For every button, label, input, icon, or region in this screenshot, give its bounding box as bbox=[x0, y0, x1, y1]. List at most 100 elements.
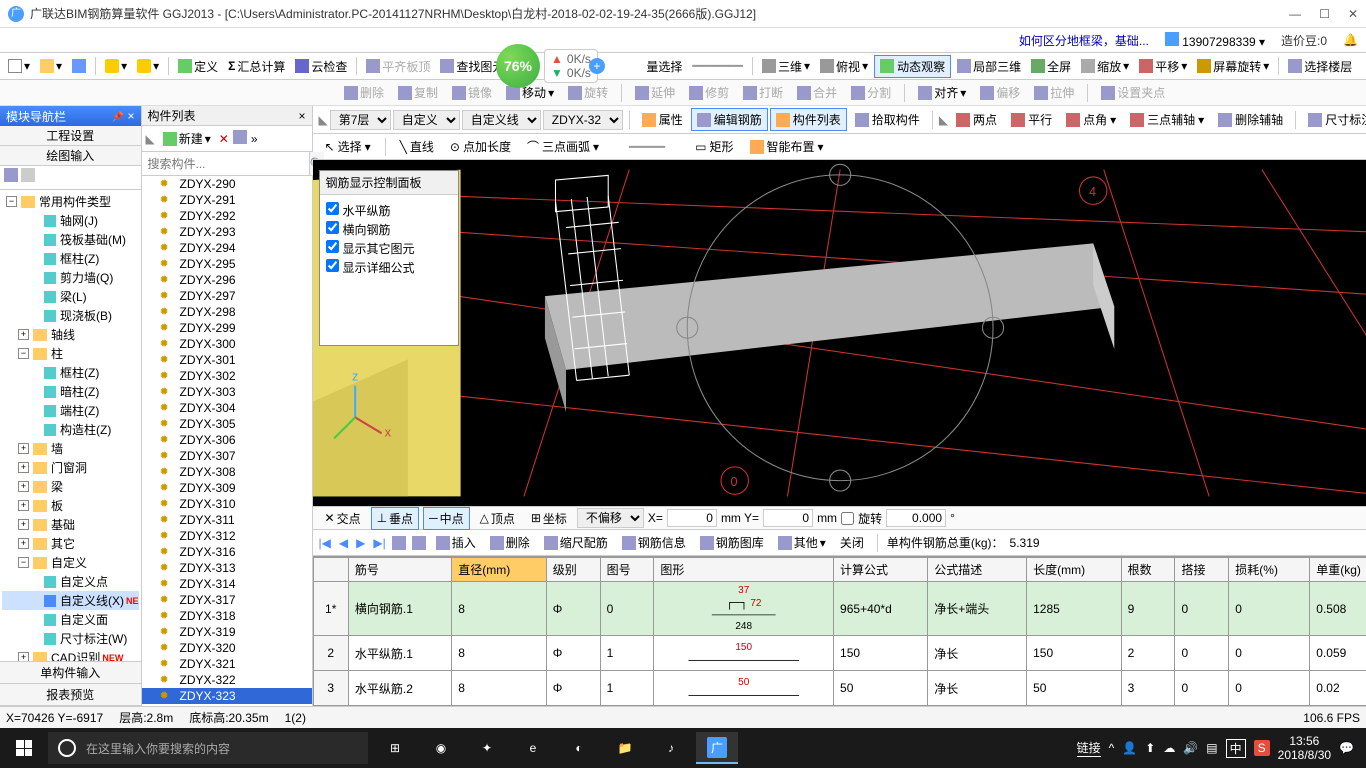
member-select[interactable]: ZDYX-32 bbox=[543, 110, 623, 130]
redo-button[interactable]: ▾ bbox=[133, 57, 163, 75]
save-button[interactable] bbox=[68, 57, 90, 75]
point-angle-button[interactable]: 点角▾ bbox=[1060, 108, 1122, 131]
list-item[interactable]: ZDYX-322 bbox=[142, 672, 312, 688]
list-item[interactable]: ZDYX-314 bbox=[142, 576, 312, 592]
pick-member-button[interactable]: 拾取构件 bbox=[849, 108, 926, 131]
table-row[interactable]: 1*横向钢筋.18Φ037┌─┐ 72─────────248965+40*d净… bbox=[313, 582, 1366, 636]
tree-item[interactable]: +轴线 bbox=[2, 325, 139, 344]
list-item[interactable]: ZDYX-303 bbox=[142, 384, 312, 400]
select-tool[interactable]: ↖ 选择 ▾ bbox=[319, 135, 377, 158]
rebar-lib-button[interactable]: 钢筋图库 bbox=[696, 532, 768, 553]
sum-button[interactable]: Σ 汇总计算 bbox=[224, 56, 289, 77]
delete-button[interactable]: 删除 bbox=[340, 82, 388, 103]
floor-select[interactable]: 第7层 bbox=[330, 110, 391, 130]
list-item[interactable]: ZDYX-304 bbox=[142, 400, 312, 416]
select-floor-button[interactable]: 选择楼层 bbox=[1284, 56, 1356, 77]
bell-icon[interactable]: 🔔 bbox=[1343, 33, 1358, 47]
tray-clock[interactable]: 13:562018/8/30 bbox=[1278, 734, 1331, 762]
align-button[interactable]: 对齐▾ bbox=[914, 82, 970, 103]
list-item[interactable]: ZDYX-297 bbox=[142, 288, 312, 304]
tree-item[interactable]: +梁 bbox=[2, 477, 139, 496]
app-4[interactable]: 📁 bbox=[604, 732, 646, 764]
prev-icon[interactable]: ◀ bbox=[339, 536, 348, 550]
nav-tab-settings[interactable]: 工程设置 bbox=[0, 126, 141, 146]
tree-item[interactable]: 暗柱(Z) bbox=[2, 382, 139, 401]
scale-rebar-button[interactable]: 缩尺配筋 bbox=[540, 532, 612, 553]
pin-icon[interactable]: 📌 bbox=[112, 112, 124, 123]
notifications-icon[interactable]: 💬 bbox=[1339, 741, 1354, 755]
list-item[interactable]: ZDYX-317 bbox=[142, 592, 312, 608]
cloud-check-button[interactable]: 云检查 bbox=[291, 56, 351, 77]
trim-button[interactable]: 修剪 bbox=[685, 82, 733, 103]
rebar-option[interactable]: 显示详细公式 bbox=[326, 258, 452, 277]
close-button[interactable]: ✕ bbox=[1348, 7, 1358, 21]
ggj-taskbar-icon[interactable]: 广 bbox=[696, 732, 738, 764]
copy-icon[interactable] bbox=[233, 130, 247, 147]
tree-item[interactable]: +其它 bbox=[2, 534, 139, 553]
copy-button[interactable]: 复制 bbox=[394, 82, 442, 103]
list-item[interactable]: ZDYX-291 bbox=[142, 192, 312, 208]
table-row[interactable]: 2水平纵筋.18Φ1150─────────────150净长1502000.0… bbox=[313, 636, 1366, 671]
tree-item[interactable]: 梁(L) bbox=[2, 287, 139, 306]
three-axis-button[interactable]: 三点辅轴▾ bbox=[1124, 108, 1210, 131]
tree-item[interactable]: +门窗洞 bbox=[2, 458, 139, 477]
table-row[interactable]: 3水平纵筋.28Φ150─────────────50净长503000.02 bbox=[313, 671, 1366, 706]
3d-view-button[interactable]: 三维▾ bbox=[758, 56, 814, 77]
member-list-button[interactable]: 构件列表 bbox=[770, 108, 847, 131]
break-button[interactable]: 打断 bbox=[739, 82, 787, 103]
ime-indicator[interactable]: 中 bbox=[1226, 739, 1246, 758]
component-tree[interactable]: −常用构件类型轴网(J)筏板基础(M)框柱(Z)剪力墙(Q)梁(L)现浇板(B)… bbox=[0, 190, 141, 661]
tree-item[interactable]: −常用构件类型 bbox=[2, 192, 139, 211]
edge-icon[interactable]: e bbox=[512, 732, 554, 764]
rebar-table[interactable]: 筋号直径(mm)级别图号图形计算公式公式描述长度(mm)根数搭接损耗(%)单重(… bbox=[313, 556, 1366, 706]
tree-item[interactable]: +板 bbox=[2, 496, 139, 515]
last-icon[interactable]: ▶| bbox=[373, 536, 385, 550]
screen-rotate-button[interactable]: 屏幕旋转▾ bbox=[1193, 56, 1273, 77]
undo-button[interactable]: ▾ bbox=[101, 57, 131, 75]
smart-layout-tool[interactable]: 智能布置 ▾ bbox=[744, 135, 830, 158]
list-item[interactable]: ZDYX-309 bbox=[142, 480, 312, 496]
arc-tool[interactable]: ⌒ 三点画弧 ▾ bbox=[521, 135, 605, 158]
first-icon[interactable]: |◀ bbox=[319, 536, 331, 550]
report-preview-tab[interactable]: 报表预览 bbox=[0, 684, 141, 706]
set-grip-button[interactable]: 设置夹点 bbox=[1097, 82, 1169, 103]
list-item[interactable]: ZDYX-306 bbox=[142, 432, 312, 448]
tree-item[interactable]: 自定义点 bbox=[2, 572, 139, 591]
tree-item[interactable]: 筏板基础(M) bbox=[2, 230, 139, 249]
snap-coord[interactable]: ⊞ 坐标 bbox=[525, 507, 573, 530]
rect-tool[interactable]: ▭ 矩形 bbox=[689, 135, 739, 158]
insert-row-button[interactable]: 插入 bbox=[432, 532, 480, 553]
more-icon[interactable]: » bbox=[251, 132, 258, 146]
add-icon[interactable]: + bbox=[589, 58, 605, 74]
top-view-button[interactable]: 俯视▾ bbox=[816, 56, 872, 77]
batch-select-button[interactable]: 量选择 bbox=[642, 56, 686, 77]
list-item[interactable]: ZDYX-305 bbox=[142, 416, 312, 432]
tree-item[interactable]: +基础 bbox=[2, 515, 139, 534]
tool-icon[interactable] bbox=[392, 536, 406, 550]
local-3d-button[interactable]: 局部三维 bbox=[953, 56, 1025, 77]
app-5[interactable]: ♪ bbox=[650, 732, 692, 764]
tree-item[interactable]: −自定义 bbox=[2, 553, 139, 572]
tray-icon[interactable]: 🔊 bbox=[1183, 741, 1198, 755]
new-component-button[interactable]: 新建▾ bbox=[159, 128, 215, 149]
tree-item[interactable]: 尺寸标注(W) bbox=[2, 629, 139, 648]
list-item[interactable]: ZDYX-312 bbox=[142, 528, 312, 544]
list-item[interactable]: ZDYX-321 bbox=[142, 656, 312, 672]
maximize-button[interactable]: ☐ bbox=[1319, 7, 1330, 21]
link-button[interactable]: 链接 bbox=[1077, 739, 1101, 757]
delete-icon[interactable]: ✕ bbox=[219, 132, 229, 146]
start-button[interactable] bbox=[4, 732, 44, 764]
dimension-button[interactable]: 尺寸标注▾ bbox=[1302, 108, 1366, 131]
list-item[interactable]: ZDYX-313 bbox=[142, 560, 312, 576]
list-item[interactable]: ZDYX-292 bbox=[142, 208, 312, 224]
tree-item[interactable]: 框柱(Z) bbox=[2, 363, 139, 382]
list-item[interactable]: ZDYX-302 bbox=[142, 368, 312, 384]
offset-mode[interactable]: 不偏移 bbox=[577, 508, 644, 528]
app-3[interactable]: ◐ bbox=[558, 732, 600, 764]
list-item[interactable]: ZDYX-300 bbox=[142, 336, 312, 352]
offset-button[interactable]: 偏移 bbox=[976, 82, 1024, 103]
snap-perp[interactable]: ⊥ 垂点 bbox=[371, 507, 419, 530]
rebar-option[interactable]: 水平纵筋 bbox=[326, 201, 452, 220]
close-icon[interactable]: × bbox=[128, 109, 135, 123]
tree-item[interactable]: 轴网(J) bbox=[2, 211, 139, 230]
